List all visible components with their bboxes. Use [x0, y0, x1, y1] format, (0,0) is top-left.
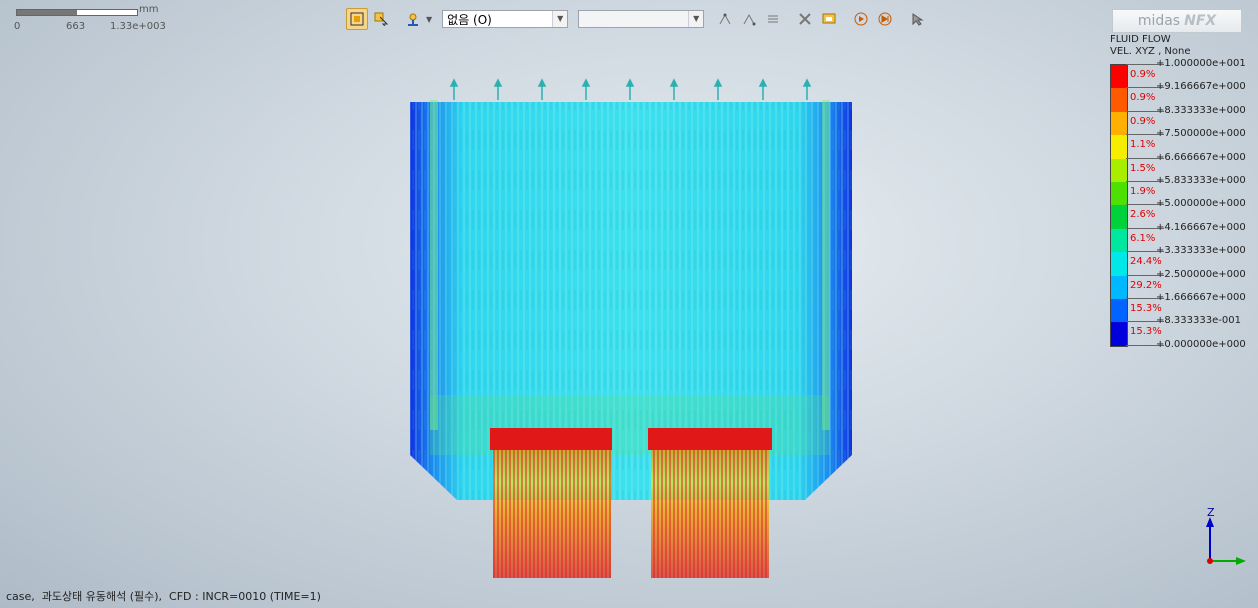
legend-value: +1.000000e+001 [1156, 58, 1246, 69]
inlet-pipe-right [648, 428, 772, 578]
legend-value: +4.166667e+000 [1156, 221, 1246, 233]
legend-band [1111, 182, 1127, 206]
legend-percent: 0.9% [1130, 92, 1156, 104]
legend-scale: +1.000000e+001 +9.166667e+000 +8.333333e+0… [1110, 34, 1250, 354]
legend-band [1111, 299, 1127, 323]
axis-triad: Z [1206, 506, 1246, 565]
legend-value: +2.500000e+000 [1156, 268, 1246, 280]
legend-value: +6.666667e+000 [1156, 151, 1246, 163]
legend-band [1111, 65, 1127, 89]
viewport[interactable] [0, 0, 1258, 608]
legend-value: +9.166667e+000 [1156, 81, 1246, 93]
outlet-arrows [449, 78, 812, 100]
legend-percent: 1.9% [1130, 186, 1156, 197]
legend-value: +5.833333e+000 [1156, 175, 1246, 186]
inlet-pipe-left [490, 428, 612, 578]
legend-percent: 15.3% [1130, 326, 1162, 338]
legend-value: +8.333333e+000 [1156, 104, 1246, 116]
legend-value: +3.333333e+000 [1156, 245, 1246, 257]
legend-band [1111, 322, 1127, 346]
legend-percent: 0.9% [1130, 69, 1156, 80]
legend-percent: 29.2% [1130, 279, 1162, 291]
legend-percent: 24.4% [1130, 256, 1162, 268]
legend-value: +0.000000e+000 [1156, 338, 1246, 350]
legend-band [1111, 88, 1127, 112]
legend-band [1111, 252, 1127, 276]
legend-band [1111, 275, 1127, 299]
tank-model [410, 100, 852, 500]
legend-band [1111, 228, 1127, 253]
status-bar: case, 과도상태 유동해석 (필수), CFD : INCR=0010 (T… [6, 590, 321, 603]
legend-value: +8.333333e-001 [1156, 315, 1241, 327]
legend-color-bar [1110, 64, 1128, 347]
legend-percent: 1.1% [1130, 139, 1156, 151]
legend-percent: 6.1% [1130, 232, 1156, 244]
legend-percent: 0.9% [1130, 115, 1156, 127]
legend-percent: 1.5% [1130, 162, 1156, 174]
contour-legend: FLUID FLOW VEL. XYZ , None +1.000000e+00… [1110, 34, 1250, 350]
axis-z-label: Z [1207, 506, 1215, 519]
legend-band [1111, 158, 1127, 182]
legend-percent: 2.6% [1130, 209, 1156, 221]
legend-value: +1.666667e+000 [1156, 292, 1246, 303]
legend-percent: 15.3% [1130, 303, 1162, 314]
legend-value: +5.000000e+000 [1156, 198, 1246, 210]
legend-value: +7.500000e+000 [1156, 128, 1246, 140]
legend-band [1111, 111, 1127, 136]
legend-band [1111, 205, 1127, 229]
legend-band [1111, 135, 1127, 159]
